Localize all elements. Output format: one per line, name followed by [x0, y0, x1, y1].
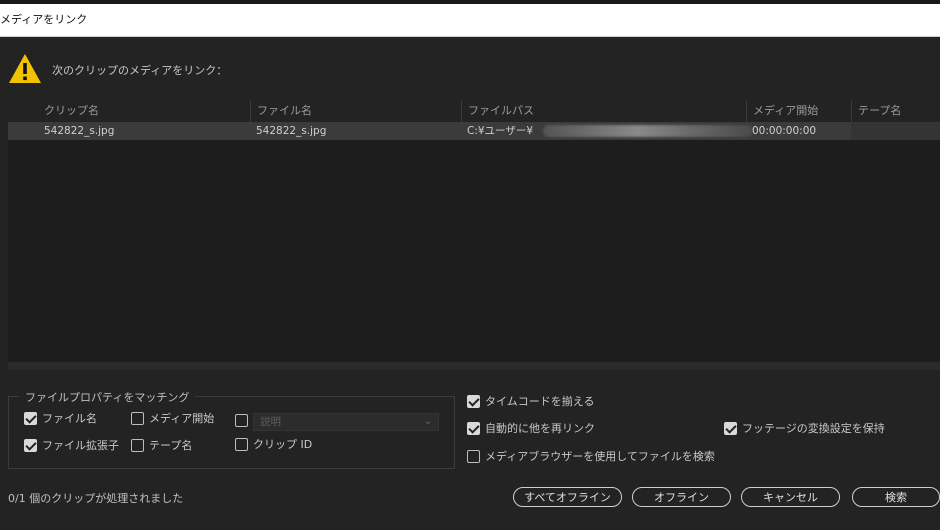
match-properties-legend: ファイルプロパティをマッチング: [19, 389, 196, 405]
use-media-browser-checkbox[interactable]: メディアブラウザーを使用してファイルを検索: [467, 449, 715, 465]
match-file-extension-checkbox[interactable]: ファイル拡張子: [24, 438, 119, 454]
window-title: メディアをリンク: [0, 13, 88, 26]
checkbox-unchecked-icon: [467, 450, 480, 463]
cell-file-path: C:¥ユーザー¥: [467, 125, 534, 137]
table-header: クリップ名 ファイル名 ファイルパス メディア開始 テープ名: [8, 100, 940, 122]
chevron-down-icon: ⌄: [423, 416, 432, 427]
checkbox-unchecked-icon: [131, 412, 144, 425]
search-button[interactable]: 検索: [852, 487, 940, 507]
match-file-name-checkbox[interactable]: ファイル名: [24, 411, 97, 427]
match-clip-id-checkbox[interactable]: クリップ ID: [235, 437, 312, 453]
clip-table[interactable]: クリップ名 ファイル名 ファイルパス メディア開始 テープ名 542822_s.…: [8, 100, 940, 370]
description-dropdown[interactable]: 説明 ⌄: [253, 413, 439, 431]
column-clip-name[interactable]: クリップ名: [38, 100, 250, 122]
checkbox-checked-icon: [467, 422, 480, 435]
checkbox-unchecked-icon: [235, 414, 248, 427]
checkbox-unchecked-icon: [235, 438, 248, 451]
cell-clip-name: 542822_s.jpg: [44, 125, 115, 137]
link-prompt: 次のクリップのメディアをリンク：: [52, 64, 228, 77]
offline-button[interactable]: オフライン: [632, 487, 731, 507]
match-tape-name-checkbox[interactable]: テープ名: [131, 438, 192, 454]
cancel-button[interactable]: キャンセル: [741, 487, 840, 507]
cell-tape-name: [851, 122, 940, 140]
cell-file-name: 542822_s.jpg: [256, 125, 327, 137]
match-description-checkbox[interactable]: [235, 413, 253, 429]
match-media-start-checkbox[interactable]: メディア開始: [131, 411, 214, 427]
match-properties-group: ファイルプロパティをマッチング: [8, 389, 455, 469]
table-row[interactable]: 542822_s.jpg 542822_s.jpg C:¥ユーザー¥ 00:00…: [8, 122, 940, 140]
offline-all-button[interactable]: すべてオフライン: [513, 487, 622, 507]
checkbox-checked-icon: [24, 439, 37, 452]
preserve-interpret-checkbox[interactable]: フッテージの変換設定を保持: [724, 421, 885, 437]
column-media-start[interactable]: メディア開始: [746, 100, 851, 122]
auto-relink-checkbox[interactable]: 自動的に他を再リンク: [467, 421, 595, 437]
title-bar: メディアをリンク: [0, 4, 940, 37]
column-file-path[interactable]: ファイルパス: [461, 100, 746, 122]
redacted-path: [543, 125, 753, 137]
column-file-name[interactable]: ファイル名: [250, 100, 461, 122]
align-timecode-checkbox[interactable]: タイムコードを揃える: [467, 394, 594, 410]
cell-media-start: 00:00:00:00: [752, 125, 817, 137]
warning-triangle-icon: [9, 54, 41, 83]
checkbox-checked-icon: [24, 412, 37, 425]
checkbox-checked-icon: [724, 422, 737, 435]
checkbox-unchecked-icon: [131, 439, 144, 452]
horizontal-scrollbar[interactable]: [8, 362, 940, 370]
checkbox-checked-icon: [467, 395, 480, 408]
status-text: 0/1 個のクリップが処理されました: [8, 492, 184, 505]
column-tape-name[interactable]: テープ名: [851, 100, 940, 122]
